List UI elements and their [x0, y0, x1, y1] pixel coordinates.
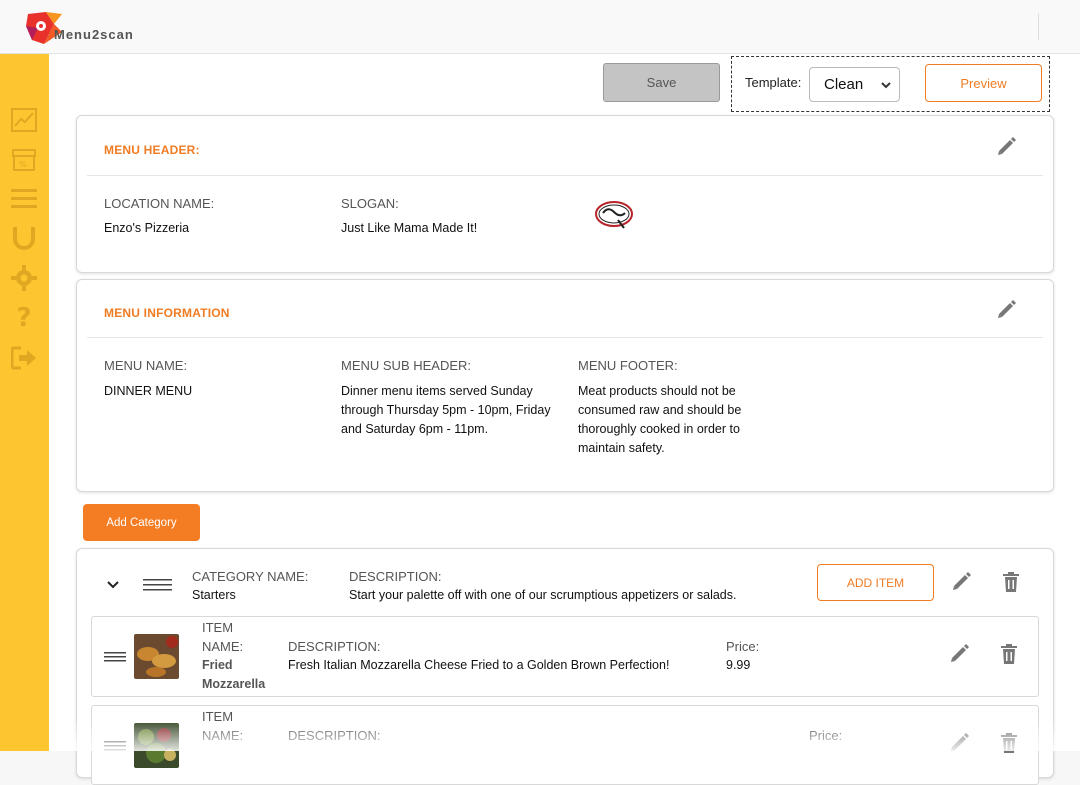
category-description-value: Start your palette off with one of our s… — [349, 588, 737, 602]
menu-name-label: MENU NAME: — [104, 358, 188, 373]
svg-text:%: % — [19, 160, 27, 169]
menu-footer-label: MENU FOOTER: — [578, 358, 678, 373]
trash-icon[interactable] — [1000, 733, 1018, 753]
item-price-label: Price: — [809, 728, 843, 743]
item-name-label: NAME: — [202, 639, 244, 654]
menu-header-title: MENU HEADER: — [104, 143, 200, 157]
magnet-icon[interactable] — [10, 224, 38, 252]
preview-button[interactable]: Preview — [925, 64, 1042, 102]
location-name-label: LOCATION NAME: — [104, 196, 215, 211]
drag-handle-icon[interactable] — [104, 652, 126, 662]
item-price-value: 9.99 — [726, 658, 751, 672]
menu-subheader-value: Dinner menu items served Sunday through … — [341, 384, 551, 436]
menu-information-card: MENU INFORMATION MENU NAME: DINNER MENU … — [76, 279, 1054, 492]
brand-name: Menu2scan — [54, 27, 134, 42]
brand-logo[interactable]: Menu2scan — [24, 10, 164, 46]
topbar-divider — [1038, 14, 1039, 40]
store-icon[interactable]: % — [10, 146, 38, 174]
item-name-value: Mozzarella — [202, 677, 266, 691]
template-select-value: Clean — [824, 76, 864, 93]
item-price-label: Price: — [726, 639, 760, 654]
menu-information-title: MENU INFORMATION — [104, 306, 230, 320]
card-divider — [87, 337, 1043, 338]
category-description-label: DESCRIPTION: — [349, 569, 442, 584]
chevron-down-icon — [881, 82, 891, 89]
menu-footer-value: Meat products should not be consumed raw… — [578, 384, 742, 455]
pencil-icon[interactable] — [950, 571, 972, 593]
trash-icon[interactable] — [1000, 644, 1018, 664]
category-card: CATEGORY NAME: Starters DESCRIPTION: Sta… — [76, 548, 1054, 785]
drag-handle-icon[interactable] — [143, 579, 172, 592]
item-name-label: NAME: — [202, 728, 244, 743]
slogan-value: Just Like Mama Made It! — [341, 221, 478, 235]
logout-icon[interactable] — [10, 344, 38, 372]
chart-line-icon[interactable] — [10, 106, 38, 134]
chevron-down-icon[interactable] — [106, 580, 120, 590]
menu-list-icon[interactable] — [10, 185, 38, 213]
item-name-label: ITEM — [202, 620, 234, 635]
top-bar: Menu2scan — [0, 0, 1080, 54]
sidebar: % ? — [0, 54, 49, 751]
item-name-label: ITEM — [202, 709, 234, 724]
category-name-value: Starters — [192, 588, 236, 602]
pencil-icon[interactable] — [995, 299, 1017, 321]
item-description-value: Fresh Italian Mozzarella Cheese Fried to… — [288, 658, 670, 672]
pencil-icon[interactable] — [995, 136, 1017, 158]
pencil-icon[interactable] — [948, 643, 970, 665]
category-name-label: CATEGORY NAME: — [192, 569, 309, 584]
menu-header-card: MENU HEADER: LOCATION NAME: Enzo's Pizze… — [76, 115, 1054, 273]
item-name-value: Fried — [202, 658, 233, 672]
gear-icon[interactable] — [10, 264, 38, 292]
save-button[interactable]: Save — [603, 63, 720, 102]
list-item[interactable]: ITEM NAME: DESCRIPTION: Price: — [91, 705, 1039, 785]
help-icon[interactable]: ? — [10, 303, 38, 333]
drag-handle-icon[interactable] — [104, 741, 126, 751]
menu-name-value: DINNER MENU — [104, 384, 193, 398]
item-thumbnail — [134, 723, 179, 768]
item-description-label: DESCRIPTION: — [288, 728, 381, 743]
template-label: Template: — [745, 75, 802, 90]
menu-subheader-label: MENU SUB HEADER: — [341, 358, 472, 373]
list-item[interactable]: ITEM NAME: Fried Mozzarella DESCRIPTION:… — [91, 616, 1039, 697]
add-category-button[interactable]: Add Category — [83, 504, 200, 541]
location-name-value: Enzo's Pizzeria — [104, 221, 190, 235]
trash-icon[interactable] — [1002, 572, 1020, 592]
item-thumbnail — [134, 634, 179, 679]
slogan-label: SLOGAN: — [341, 196, 399, 211]
add-item-button[interactable]: ADD ITEM — [817, 564, 934, 601]
template-select[interactable]: Clean — [809, 67, 900, 102]
restaurant-logo — [595, 201, 633, 229]
item-description-label: DESCRIPTION: — [288, 639, 381, 654]
card-divider — [87, 175, 1043, 176]
